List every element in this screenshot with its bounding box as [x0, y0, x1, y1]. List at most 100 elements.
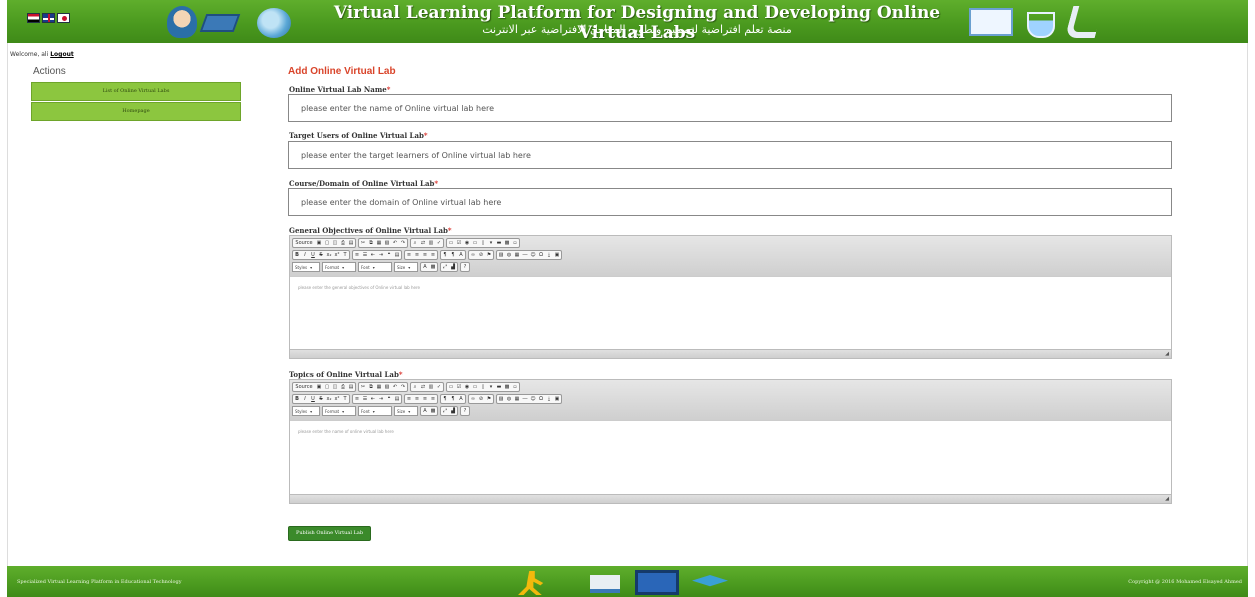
source-button[interactable]: Source [293, 239, 315, 247]
page-break-icon[interactable]: ⤓ [545, 395, 553, 403]
numbered-list-icon[interactable]: ≡ [353, 395, 361, 403]
button-icon[interactable]: ▬ [495, 239, 503, 247]
link-icon[interactable]: ∞ [469, 395, 477, 403]
copy-icon[interactable]: ⧉ [367, 239, 375, 247]
remove-format-icon[interactable]: T [341, 251, 349, 259]
font-select[interactable]: Font ▾ [358, 262, 392, 272]
outdent-icon[interactable]: ⇤ [369, 251, 377, 259]
maximize-icon[interactable]: ⤢ [441, 263, 449, 271]
resize-handle-icon[interactable]: ◢ [1165, 496, 1169, 502]
format-select[interactable]: Format ▾ [322, 262, 356, 272]
bold-icon[interactable]: B [293, 395, 301, 403]
undo-icon[interactable]: ↶ [391, 383, 399, 391]
flash-icon[interactable]: ◍ [505, 251, 513, 259]
justify-icon[interactable]: ≡ [429, 395, 437, 403]
resize-handle-icon[interactable]: ◢ [1165, 351, 1169, 357]
sidebar-item-list-labs[interactable]: List of Online Virtual Labs [31, 82, 241, 101]
language-icon[interactable]: A [457, 395, 465, 403]
smiley-icon[interactable]: ☺ [529, 251, 537, 259]
align-right-icon[interactable]: ≡ [421, 395, 429, 403]
course-domain-input[interactable] [288, 188, 1172, 216]
bold-icon[interactable]: B [293, 251, 301, 259]
replace-icon[interactable]: ⇄ [419, 239, 427, 247]
anchor-icon[interactable]: ⚑ [485, 395, 493, 403]
image-button-icon[interactable]: ▩ [503, 239, 511, 247]
show-blocks-icon[interactable]: ▟ [449, 407, 457, 415]
radio-icon[interactable]: ◉ [463, 239, 471, 247]
textfield-icon[interactable]: ▭ [471, 383, 479, 391]
paste-text-icon[interactable]: ▧ [383, 239, 391, 247]
redo-icon[interactable]: ↷ [399, 383, 407, 391]
help-icon[interactable]: ? [461, 263, 469, 271]
textfield-icon[interactable]: ▭ [471, 239, 479, 247]
bg-color-icon[interactable]: ▩ [429, 263, 437, 271]
rtl-icon[interactable]: ¶ [449, 395, 457, 403]
save-icon[interactable]: ▣ [315, 239, 323, 247]
unlink-icon[interactable]: ⊘ [477, 395, 485, 403]
textarea-icon[interactable]: ▯ [479, 383, 487, 391]
subscript-icon[interactable]: x₂ [325, 395, 333, 403]
maximize-icon[interactable]: ⤢ [441, 407, 449, 415]
checkbox-icon[interactable]: ☑ [455, 239, 463, 247]
italic-icon[interactable]: I [301, 251, 309, 259]
egypt-flag-icon[interactable] [27, 13, 40, 23]
table-icon[interactable]: ▦ [513, 251, 521, 259]
find-icon[interactable]: ⌕ [411, 383, 419, 391]
styles-select[interactable]: Styles ▾ [292, 262, 320, 272]
align-center-icon[interactable]: ≡ [413, 395, 421, 403]
select-all-icon[interactable]: ▥ [427, 239, 435, 247]
new-page-icon[interactable]: ▢ [323, 239, 331, 247]
button-icon[interactable]: ▬ [495, 383, 503, 391]
text-color-icon[interactable]: A [421, 263, 429, 271]
remove-format-icon[interactable]: T [341, 395, 349, 403]
bullet-list-icon[interactable]: ☰ [361, 251, 369, 259]
select-all-icon[interactable]: ▥ [427, 383, 435, 391]
print-icon[interactable]: ⎙ [339, 383, 347, 391]
smiley-icon[interactable]: ☺ [529, 395, 537, 403]
image-icon[interactable]: ▨ [497, 395, 505, 403]
text-color-icon[interactable]: A [421, 407, 429, 415]
page-break-icon[interactable]: ⤓ [545, 251, 553, 259]
superscript-icon[interactable]: x² [333, 395, 341, 403]
blockquote-icon[interactable]: ❝ [385, 251, 393, 259]
logout-link[interactable]: Logout [50, 51, 74, 58]
size-select[interactable]: Size ▾ [394, 262, 418, 272]
indent-icon[interactable]: ⇥ [377, 395, 385, 403]
indent-icon[interactable]: ⇥ [377, 251, 385, 259]
uk-flag-icon[interactable] [42, 13, 55, 23]
image-icon[interactable]: ▨ [497, 251, 505, 259]
select-icon[interactable]: ▾ [487, 239, 495, 247]
image-button-icon[interactable]: ▩ [503, 383, 511, 391]
spellcheck-icon[interactable]: ✓ [435, 383, 443, 391]
underline-icon[interactable]: U [309, 395, 317, 403]
subscript-icon[interactable]: x₂ [325, 251, 333, 259]
numbered-list-icon[interactable]: ≡ [353, 251, 361, 259]
size-select[interactable]: Size ▾ [394, 406, 418, 416]
special-char-icon[interactable]: Ω [537, 251, 545, 259]
redo-icon[interactable]: ↷ [399, 239, 407, 247]
radio-icon[interactable]: ◉ [463, 383, 471, 391]
form-icon[interactable]: ▭ [447, 239, 455, 247]
textarea-icon[interactable]: ▯ [479, 239, 487, 247]
align-right-icon[interactable]: ≡ [421, 251, 429, 259]
help-icon[interactable]: ? [461, 407, 469, 415]
cut-icon[interactable]: ✂ [359, 239, 367, 247]
paste-icon[interactable]: ▦ [375, 383, 383, 391]
cut-icon[interactable]: ✂ [359, 383, 367, 391]
templates-icon[interactable]: ▤ [347, 383, 355, 391]
preview-icon[interactable]: ◫ [331, 383, 339, 391]
link-icon[interactable]: ∞ [469, 251, 477, 259]
form-icon[interactable]: ▭ [447, 383, 455, 391]
bullet-list-icon[interactable]: ☰ [361, 395, 369, 403]
special-char-icon[interactable]: Ω [537, 395, 545, 403]
new-page-icon[interactable]: ▢ [323, 383, 331, 391]
save-icon[interactable]: ▣ [315, 383, 323, 391]
format-select[interactable]: Format ▾ [322, 406, 356, 416]
iframe-icon[interactable]: ▣ [553, 395, 561, 403]
undo-icon[interactable]: ↶ [391, 239, 399, 247]
justify-icon[interactable]: ≡ [429, 251, 437, 259]
rtl-icon[interactable]: ¶ [449, 251, 457, 259]
show-blocks-icon[interactable]: ▟ [449, 263, 457, 271]
ltr-icon[interactable]: ¶ [441, 395, 449, 403]
align-left-icon[interactable]: ≡ [405, 251, 413, 259]
